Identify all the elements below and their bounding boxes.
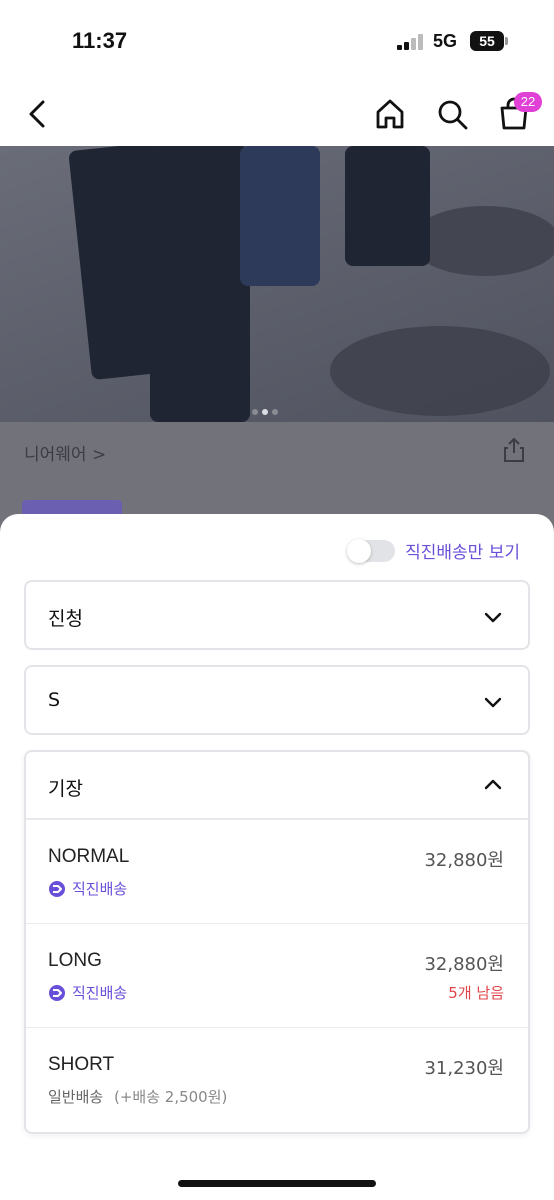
length-select-header[interactable]: 기장 [26, 752, 528, 820]
share-icon[interactable] [500, 436, 528, 464]
option-price: 32,880원 [424, 850, 504, 871]
standard-shipping-tag: 일반배송 (+배송 2,500원) [48, 1086, 227, 1107]
home-icon[interactable] [372, 96, 408, 132]
stock-remaining: 5개 남음 [448, 984, 504, 1002]
direct-shipping-filter[interactable]: 직진배송만 보기 [347, 538, 520, 563]
battery-cap [505, 37, 508, 45]
top-nav [0, 82, 554, 146]
size-select-value: S [48, 689, 61, 711]
direct-shipping-tag: 직진배송 [48, 878, 127, 899]
battery-icon: 55 [470, 31, 504, 51]
chevron-down-icon [482, 606, 504, 628]
color-select[interactable]: 진청 [24, 580, 530, 650]
search-icon[interactable] [434, 96, 470, 132]
direct-shipping-tag: 직진배송 [48, 982, 127, 1003]
home-indicator[interactable] [178, 1180, 376, 1187]
brand-link[interactable]: 니어웨어 > [24, 440, 106, 465]
network-type: 5G [433, 31, 458, 51]
length-select-label: 기장 [48, 778, 83, 800]
option-name: LONG [48, 950, 102, 971]
color-select-value: 진청 [48, 608, 83, 630]
option-name: NORMAL [48, 846, 130, 867]
product-image[interactable] [0, 146, 554, 422]
direct-shipping-toggle[interactable] [347, 538, 396, 563]
back-icon[interactable] [20, 96, 56, 132]
direct-shipping-toggle-label: 직진배송만 보기 [405, 543, 520, 563]
direct-shipping-icon [49, 984, 65, 1001]
option-price: 32,880원 [424, 954, 504, 975]
image-pagination [252, 400, 282, 415]
length-option-normal[interactable]: NORMAL 32,880원 직진배송 [26, 820, 528, 924]
length-select: 기장 NORMAL 32,880원 직진배송 LONG 32,880원 직진배송… [24, 750, 530, 1134]
shipping-label: 직진배송 [72, 984, 128, 1002]
cart-count-badge: 22 [514, 92, 542, 112]
signal-icon [397, 34, 425, 50]
direct-shipping-icon [49, 880, 65, 897]
size-select[interactable]: S [24, 665, 530, 735]
length-option-long[interactable]: LONG 32,880원 직진배송 5개 남음 [26, 924, 528, 1028]
chevron-up-icon [482, 774, 504, 796]
shipping-fee: (+배송 2,500원) [113, 1088, 228, 1106]
shipping-label: 직진배송 [72, 880, 128, 898]
status-time: 11:37 [72, 28, 128, 53]
length-option-short[interactable]: SHORT 31,230원 일반배송 (+배송 2,500원) [26, 1028, 528, 1132]
option-price: 31,230원 [424, 1058, 504, 1079]
status-bar: 11:37 5G 55 [0, 0, 554, 82]
option-name: SHORT [48, 1054, 115, 1075]
shipping-label: 일반배송 [48, 1088, 104, 1106]
chevron-down-icon [482, 691, 504, 713]
